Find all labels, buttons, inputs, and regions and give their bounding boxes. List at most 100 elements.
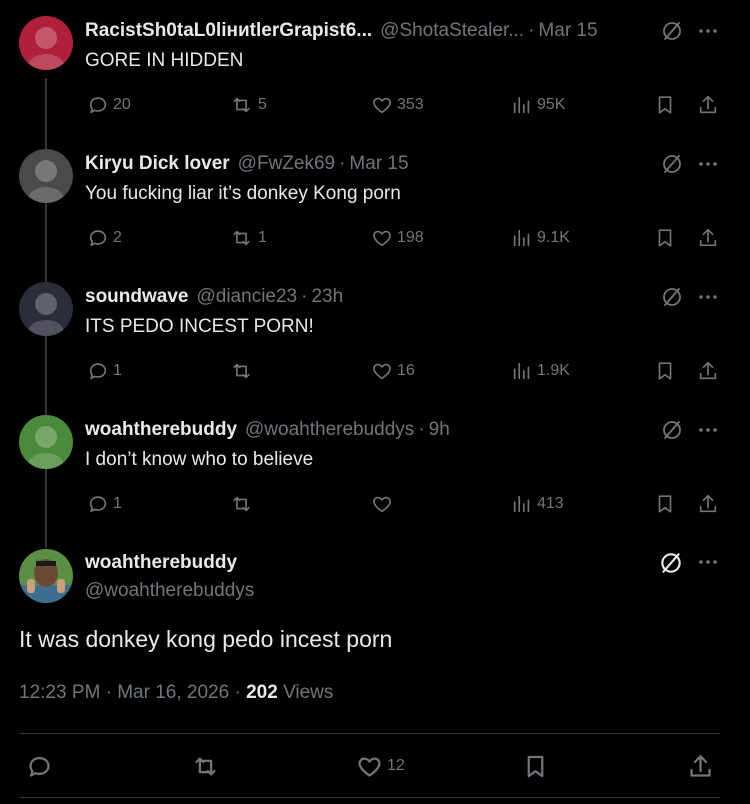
author-name[interactable]: Kiryu Dick lover	[85, 153, 230, 175]
post-date[interactable]: 23h	[311, 286, 343, 308]
share-button[interactable]	[697, 359, 719, 383]
share-button[interactable]	[687, 754, 714, 778]
more-icon[interactable]	[696, 285, 720, 309]
reply-count: 1	[113, 362, 122, 379]
grok-icon[interactable]	[660, 418, 684, 442]
grok-icon[interactable]	[660, 152, 684, 176]
separator: ·	[234, 682, 241, 703]
repost-icon	[233, 230, 250, 246]
author-name[interactable]: woahtherebuddy	[85, 552, 237, 574]
reply-icon	[89, 363, 107, 380]
reply-icon	[89, 496, 107, 513]
reply-button[interactable]: 2	[87, 226, 122, 250]
reply-text: You fucking liar it’s donkey Kong porn	[85, 183, 401, 204]
bookmark-icon	[658, 495, 672, 513]
divider	[19, 733, 720, 734]
author-name[interactable]: soundwave	[85, 286, 188, 308]
reply-count: 20	[113, 96, 131, 113]
reply-post[interactable]: soundwave @diancie23 · 23h ITS PEDO INCE…	[0, 282, 750, 415]
author-handle[interactable]: @FwZek69	[238, 153, 335, 175]
reply-post[interactable]: Kiryu Dick lover @FwZek69 · Mar 15 You f…	[0, 149, 750, 282]
like-button[interactable]: 353	[371, 93, 424, 117]
repost-button[interactable]: 1	[229, 226, 267, 250]
grok-icon[interactable]	[660, 285, 684, 309]
repost-count: 5	[258, 96, 267, 113]
avatar[interactable]	[19, 282, 73, 336]
like-count: 353	[397, 96, 424, 113]
author-handle[interactable]: @woahtherebuddys	[245, 419, 414, 441]
views-button[interactable]: 413	[511, 492, 564, 516]
author-name[interactable]: woahtherebuddy	[85, 419, 237, 441]
bookmark-button[interactable]	[654, 93, 676, 117]
avatar[interactable]	[19, 549, 73, 603]
avatar[interactable]	[19, 149, 73, 203]
reply-text: ITS PEDO INCEST PORN!	[85, 316, 314, 337]
views-button[interactable]: 1.9K	[511, 359, 570, 383]
author-handle[interactable]: @ShotaStealer...	[380, 20, 524, 42]
author-name[interactable]: RacistSh0taL0liниtlerGrapist6...	[85, 20, 372, 42]
separator: ·	[339, 153, 346, 174]
views-icon	[513, 495, 530, 513]
like-button[interactable]	[371, 492, 397, 516]
grok-icon[interactable]	[660, 19, 684, 43]
post-date[interactable]: Mar 16, 2026	[117, 682, 229, 703]
like-count: 16	[397, 362, 415, 379]
like-button[interactable]: 198	[371, 226, 424, 250]
heart-icon	[373, 97, 391, 114]
repost-button[interactable]	[191, 754, 220, 778]
more-icon[interactable]	[696, 152, 720, 176]
reply-post[interactable]: RacistSh0taL0liниtlerGrapist6... @ShotaS…	[0, 16, 750, 149]
post-date[interactable]: Mar 15	[538, 20, 597, 42]
post-text: It was donkey kong pedo incest porn	[19, 626, 393, 652]
separator: ·	[105, 682, 112, 703]
views-label: Views	[283, 682, 334, 703]
more-icon[interactable]	[696, 418, 720, 442]
bookmark-icon	[658, 96, 672, 114]
more-icon[interactable]	[696, 19, 720, 43]
share-button[interactable]	[697, 93, 719, 117]
repost-count: 1	[258, 229, 267, 246]
heart-icon	[373, 496, 391, 513]
bookmark-icon	[658, 362, 672, 380]
share-button[interactable]	[697, 226, 719, 250]
bookmark-button[interactable]	[522, 754, 549, 778]
bookmark-button[interactable]	[654, 226, 676, 250]
bookmark-button[interactable]	[654, 492, 676, 516]
separator: ·	[418, 419, 425, 440]
reply-button[interactable]: 1	[87, 359, 122, 383]
like-button[interactable]: 12	[356, 754, 405, 778]
author-handle[interactable]: @woahtherebuddys	[85, 580, 254, 602]
avatar[interactable]	[19, 415, 73, 469]
repost-button[interactable]	[229, 359, 258, 383]
like-button[interactable]: 16	[371, 359, 415, 383]
like-count: 198	[397, 229, 424, 246]
reply-header: woahtherebuddy @woahtherebuddys · 9h	[85, 418, 640, 442]
share-icon	[699, 361, 717, 380]
share-button[interactable]	[697, 492, 719, 516]
reply-button[interactable]: 20	[87, 93, 131, 117]
views-button[interactable]: 9.1K	[511, 226, 570, 250]
views-icon	[513, 96, 530, 114]
reply-button[interactable]: 1	[87, 492, 122, 516]
post-date[interactable]: Mar 15	[349, 153, 408, 175]
reply-text: I don’t know who to believe	[85, 449, 314, 470]
post-date[interactable]: 9h	[429, 419, 450, 441]
avatar-image	[19, 16, 73, 70]
avatar-image	[19, 415, 73, 469]
bookmark-button[interactable]	[654, 359, 676, 383]
separator: ·	[301, 286, 308, 307]
author-handle[interactable]: @diancie23	[196, 286, 297, 308]
heart-icon	[358, 757, 381, 777]
repost-button[interactable]	[229, 492, 258, 516]
reply-header: RacistSh0taL0liниtlerGrapist6... @ShotaS…	[85, 19, 640, 43]
repost-button[interactable]: 5	[229, 93, 267, 117]
avatar[interactable]	[19, 16, 73, 70]
separator: ·	[528, 20, 535, 41]
post-time[interactable]: 12:23 PM	[19, 682, 100, 703]
reply-post[interactable]: woahtherebuddy @woahtherebuddys · 9h I d…	[0, 415, 750, 548]
more-icon[interactable]	[696, 550, 720, 574]
view-count: 9.1K	[537, 229, 570, 246]
grok-icon[interactable]	[658, 550, 684, 576]
reply-button[interactable]	[26, 754, 53, 778]
views-button[interactable]: 95K	[511, 93, 565, 117]
